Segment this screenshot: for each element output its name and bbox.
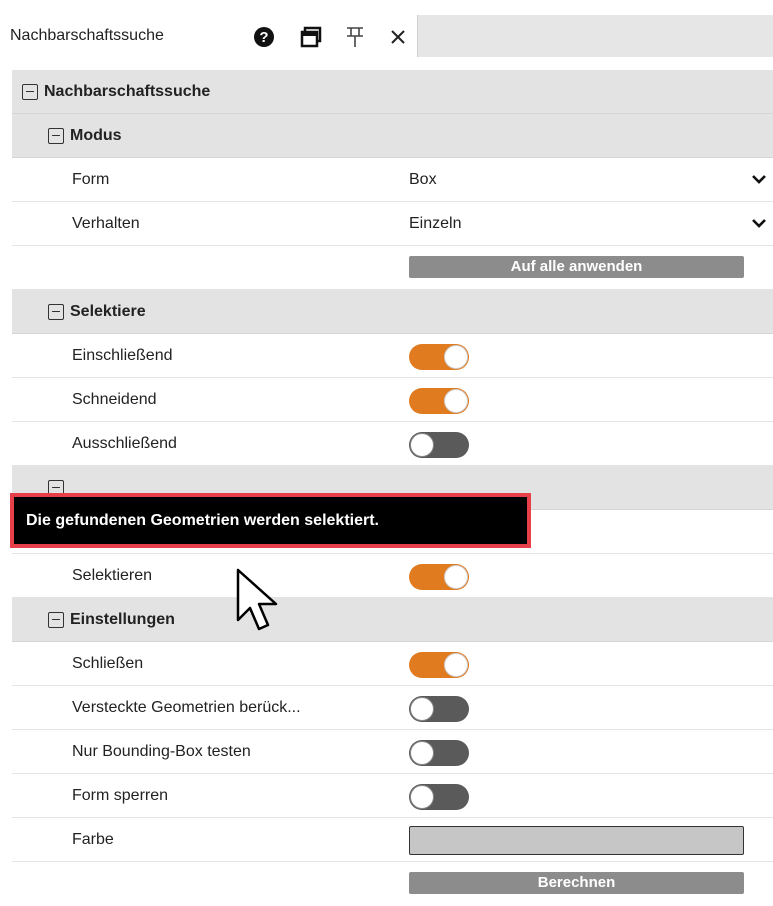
property-verhalten: Verhalten Einzeln: [12, 202, 773, 246]
close-icon[interactable]: [387, 26, 409, 48]
form-select[interactable]: Box: [407, 158, 773, 202]
property-form: Form Box: [12, 158, 773, 202]
verhalten-select[interactable]: Einzeln: [407, 202, 773, 246]
toggle-knob: [444, 389, 468, 413]
property-label: Form sperren: [72, 787, 169, 804]
toggle-knob: [410, 741, 434, 765]
property-einschliessend: Einschließend: [12, 334, 773, 378]
svg-text:?: ?: [259, 29, 268, 46]
property-label: Schließen: [72, 655, 144, 672]
bounding-box-toggle[interactable]: [409, 740, 469, 766]
pin-icon[interactable]: [344, 26, 366, 48]
property-schliessen: Schließen: [12, 642, 773, 686]
chevron-down-icon[interactable]: [751, 217, 767, 229]
mouse-pointer-icon: [236, 568, 278, 631]
property-selektieren: Selektieren: [12, 554, 773, 598]
tooltip: Die gefundenen Geometrien werden selekti…: [10, 493, 531, 548]
property-versteckte-geometrien: Versteckte Geometrien berück...: [12, 686, 773, 730]
color-picker-field[interactable]: [409, 826, 744, 855]
toggle-knob: [410, 785, 434, 809]
window-icon[interactable]: [300, 26, 322, 48]
property-bounding-box: Nur Bounding-Box testen: [12, 730, 773, 774]
property-schneidend: Schneidend: [12, 378, 773, 422]
property-label: Versteckte Geometrien berück...: [72, 699, 301, 716]
top-strip: [0, 0, 773, 15]
section-einstellungen[interactable]: Einstellungen: [12, 598, 773, 642]
schliessen-toggle[interactable]: [409, 652, 469, 678]
collapse-icon[interactable]: [48, 303, 64, 320]
einschliessend-toggle[interactable]: [409, 344, 469, 370]
property-label: Einschließend: [72, 347, 173, 364]
property-label: Schneidend: [72, 391, 157, 408]
versteckte-geometrien-toggle[interactable]: [409, 696, 469, 722]
property-form-sperren: Form sperren: [12, 774, 773, 818]
toggle-knob: [444, 345, 468, 369]
property-farbe: Farbe: [12, 818, 773, 862]
section-nachbarschaftssuche[interactable]: Nachbarschaftssuche: [12, 70, 773, 114]
collapse-icon[interactable]: [48, 127, 64, 144]
toggle-knob: [410, 697, 434, 721]
property-apply: Auf alle anwenden: [12, 246, 773, 290]
help-icon[interactable]: ?: [253, 26, 275, 48]
property-label: Form: [72, 171, 110, 188]
apply-cell: Auf alle anwenden: [407, 246, 773, 290]
tab-nachbarschaftssuche[interactable]: Nachbarschaftssuche ?: [0, 15, 418, 57]
property-panel: Nachbarschaftssuche Modus Form Box Verha…: [12, 70, 773, 906]
property-label: Nur Bounding-Box testen: [72, 743, 251, 760]
collapse-icon[interactable]: [22, 83, 38, 100]
selektieren-toggle[interactable]: [409, 564, 469, 590]
section-modus[interactable]: Modus: [12, 114, 773, 158]
property-label: Ausschließend: [72, 435, 177, 452]
toggle-knob: [444, 653, 468, 677]
apply-all-button[interactable]: Auf alle anwenden: [409, 256, 744, 278]
berechnen-button[interactable]: Berechnen: [409, 872, 744, 894]
property-calc: Berechnen: [12, 862, 773, 906]
tab-title: Nachbarschaftssuche: [10, 27, 164, 44]
property-ausschliessend: Ausschließend: [12, 422, 773, 466]
section-title: Selektiere: [70, 302, 146, 320]
collapse-icon[interactable]: [48, 479, 64, 496]
select-value: Box: [409, 171, 437, 188]
toggle-knob: [410, 433, 434, 457]
tab-bar: Nachbarschaftssuche ?: [0, 15, 773, 57]
chevron-down-icon[interactable]: [751, 173, 767, 185]
toggle-knob: [444, 565, 468, 589]
select-value: Einzeln: [409, 215, 462, 232]
property-label: Farbe: [72, 831, 114, 848]
schneidend-toggle[interactable]: [409, 388, 469, 414]
ausschliessend-toggle[interactable]: [409, 432, 469, 458]
section-title: Modus: [70, 126, 122, 144]
form-sperren-toggle[interactable]: [409, 784, 469, 810]
section-title: Einstellungen: [70, 610, 175, 628]
collapse-icon[interactable]: [48, 611, 64, 628]
section-title: Nachbarschaftssuche: [44, 82, 211, 100]
section-selektiere[interactable]: Selektiere: [12, 290, 773, 334]
property-label: Verhalten: [72, 215, 140, 232]
